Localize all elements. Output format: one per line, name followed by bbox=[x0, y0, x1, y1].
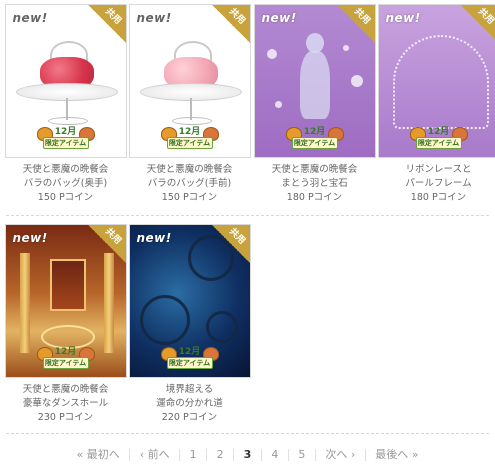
row-divider bbox=[6, 433, 489, 434]
shared-corner-badge: 共用 bbox=[210, 5, 250, 44]
bubble-shape bbox=[274, 101, 282, 108]
pagination-divider bbox=[314, 449, 316, 461]
new-label: new! bbox=[12, 231, 48, 245]
item-price: 150 Pコイン bbox=[37, 192, 94, 203]
pagination-prev-link[interactable]: ‹ 前へ bbox=[134, 446, 176, 462]
shared-corner-badge: 共用 bbox=[459, 5, 495, 44]
new-label: new! bbox=[136, 11, 172, 25]
bubble-shape bbox=[342, 45, 349, 51]
item-name-line1: 天使と悪魔の晩餐会 bbox=[271, 164, 358, 175]
badge-text: 限定アイテム bbox=[42, 137, 89, 149]
limited-item-badge: 12月 限定アイテム bbox=[155, 123, 225, 149]
item-price: 180 Pコイン bbox=[286, 192, 343, 203]
pagination-next-link[interactable]: 次へ › bbox=[319, 446, 361, 462]
pagination-page-5[interactable]: 5 bbox=[292, 448, 311, 461]
shop-item[interactable]: new! 共用 12月 限定アイテム 天使と悪魔の晩餐会 豪華なダンスホール 2… bbox=[4, 224, 127, 425]
pagination-page-2[interactable]: 2 bbox=[211, 448, 230, 461]
item-thumbnail[interactable]: new! 共用 12月 限定アイテム bbox=[377, 4, 495, 158]
pearl-frame-shape bbox=[392, 35, 489, 129]
pillar-shape bbox=[103, 253, 114, 353]
bubble-shape bbox=[350, 75, 363, 87]
pagination-divider bbox=[260, 449, 262, 461]
badge-text: 限定アイテム bbox=[42, 357, 89, 369]
item-name-line2: まとう羽と宝石 bbox=[281, 178, 348, 189]
limited-item-badge: 12月 限定アイテム bbox=[155, 343, 225, 369]
item-name-line1: 天使と悪魔の晩餐会 bbox=[22, 384, 109, 395]
item-name-line1: 天使と悪魔の晩餐会 bbox=[146, 164, 233, 175]
bubble-shape bbox=[266, 49, 277, 59]
item-name-line2: バラのバッグ(手前) bbox=[147, 178, 232, 189]
item-thumbnail[interactable]: new! 共用 12月 限定アイテム bbox=[128, 4, 251, 158]
limited-item-badge: 12月 限定アイテム bbox=[280, 123, 350, 149]
badge-month: 12月 bbox=[178, 347, 201, 357]
item-row: new! 共用 12月 限定アイテム 天使と悪魔の晩餐会 バラのバッグ(奥手) … bbox=[0, 0, 495, 216]
pagination-page-4[interactable]: 4 bbox=[265, 448, 284, 461]
item-price: 180 Pコイン bbox=[410, 192, 467, 203]
pagination-page-1[interactable]: 1 bbox=[184, 448, 203, 461]
shared-corner-badge: 共用 bbox=[335, 5, 375, 44]
shop-item[interactable]: new! 共用 12月 限定アイテム リボンレースと パールフレーム 180 P… bbox=[377, 4, 495, 205]
item-name-line2: 運命の分かれ道 bbox=[156, 398, 223, 409]
badge-month: 12月 bbox=[303, 127, 326, 137]
badge-text: 限定アイテム bbox=[415, 137, 462, 149]
shop-item[interactable]: new! 共用 12月 限定アイテム 境界超える 運命の分かれ道 220 Pコイ… bbox=[128, 224, 251, 425]
item-name-line1: 天使と悪魔の晩餐会 bbox=[22, 164, 109, 175]
item-thumbnail[interactable]: new! 共用 12月 限定アイテム bbox=[4, 4, 127, 158]
badge-month: 12月 bbox=[54, 127, 77, 137]
shared-corner-badge: 共用 bbox=[86, 5, 126, 44]
pagination-divider bbox=[206, 449, 208, 461]
item-thumbnail[interactable]: new! 共用 12月 限定アイテム bbox=[128, 224, 251, 378]
limited-item-badge: 12月 限定アイテム bbox=[31, 343, 101, 369]
shop-item[interactable]: new! 共用 12月 限定アイテム 天使と悪魔の晩餐会 バラのバッグ(奥手) … bbox=[4, 4, 127, 205]
new-label: new! bbox=[385, 11, 421, 25]
avatar-silhouette-body bbox=[299, 51, 330, 119]
shared-corner-badge: 共用 bbox=[210, 225, 250, 264]
clock-gear-shape bbox=[205, 311, 238, 343]
item-name-line1: 境界超える bbox=[165, 384, 214, 395]
pillar-shape bbox=[19, 253, 30, 353]
pagination-divider bbox=[364, 449, 366, 461]
badge-text: 限定アイテム bbox=[291, 137, 338, 149]
item-name-line2: バラのバッグ(奥手) bbox=[23, 178, 108, 189]
item-name-line2: パールフレーム bbox=[405, 178, 472, 189]
item-name-line2: 豪華なダンスホール bbox=[22, 398, 109, 409]
pagination-divider bbox=[233, 449, 235, 461]
item-price: 150 Pコイン bbox=[161, 192, 218, 203]
pagination: « 最初へ ‹ 前へ 1 2 3 4 5 次へ › 最後へ » bbox=[0, 446, 495, 462]
pagination-divider bbox=[129, 449, 131, 461]
new-label: new! bbox=[261, 11, 297, 25]
badge-text: 限定アイテム bbox=[166, 137, 213, 149]
new-label: new! bbox=[12, 11, 48, 25]
item-price: 220 Pコイン bbox=[161, 412, 218, 423]
avatar-silhouette-head bbox=[305, 33, 324, 53]
pagination-first-link[interactable]: « 最初へ bbox=[71, 446, 126, 462]
pagination-divider bbox=[287, 449, 289, 461]
item-grid: new! 共用 12月 限定アイテム 天使と悪魔の晩餐会 バラのバッグ(奥手) … bbox=[0, 0, 495, 434]
item-price: 230 Pコイン bbox=[37, 412, 94, 423]
shop-item[interactable]: new! 共用 12月 限定アイテム 天使と悪魔の晩餐会 まとう羽と宝石 180… bbox=[253, 4, 376, 205]
badge-month: 12月 bbox=[427, 127, 450, 137]
pagination-divider bbox=[179, 449, 181, 461]
hall-door-shape bbox=[49, 259, 86, 311]
badge-month: 12月 bbox=[54, 347, 77, 357]
item-thumbnail[interactable]: new! 共用 12月 限定アイテム bbox=[253, 4, 376, 158]
item-name-line1: リボンレースと bbox=[405, 164, 472, 175]
shop-item[interactable]: new! 共用 12月 限定アイテム 天使と悪魔の晩餐会 バラのバッグ(手前) … bbox=[128, 4, 251, 205]
item-thumbnail[interactable]: new! 共用 12月 限定アイテム bbox=[4, 224, 127, 378]
new-label: new! bbox=[136, 231, 172, 245]
shared-corner-badge: 共用 bbox=[86, 225, 126, 264]
pagination-current-page: 3 bbox=[243, 448, 252, 461]
limited-item-badge: 12月 限定アイテム bbox=[404, 123, 474, 149]
badge-text: 限定アイテム bbox=[166, 357, 213, 369]
clock-gear-shape bbox=[139, 295, 190, 345]
item-row: new! 共用 12月 限定アイテム 天使と悪魔の晩餐会 豪華なダンスホール 2… bbox=[0, 216, 495, 434]
pagination-last-link[interactable]: 最後へ » bbox=[369, 446, 424, 462]
badge-month: 12月 bbox=[178, 127, 201, 137]
limited-item-badge: 12月 限定アイテム bbox=[31, 123, 101, 149]
